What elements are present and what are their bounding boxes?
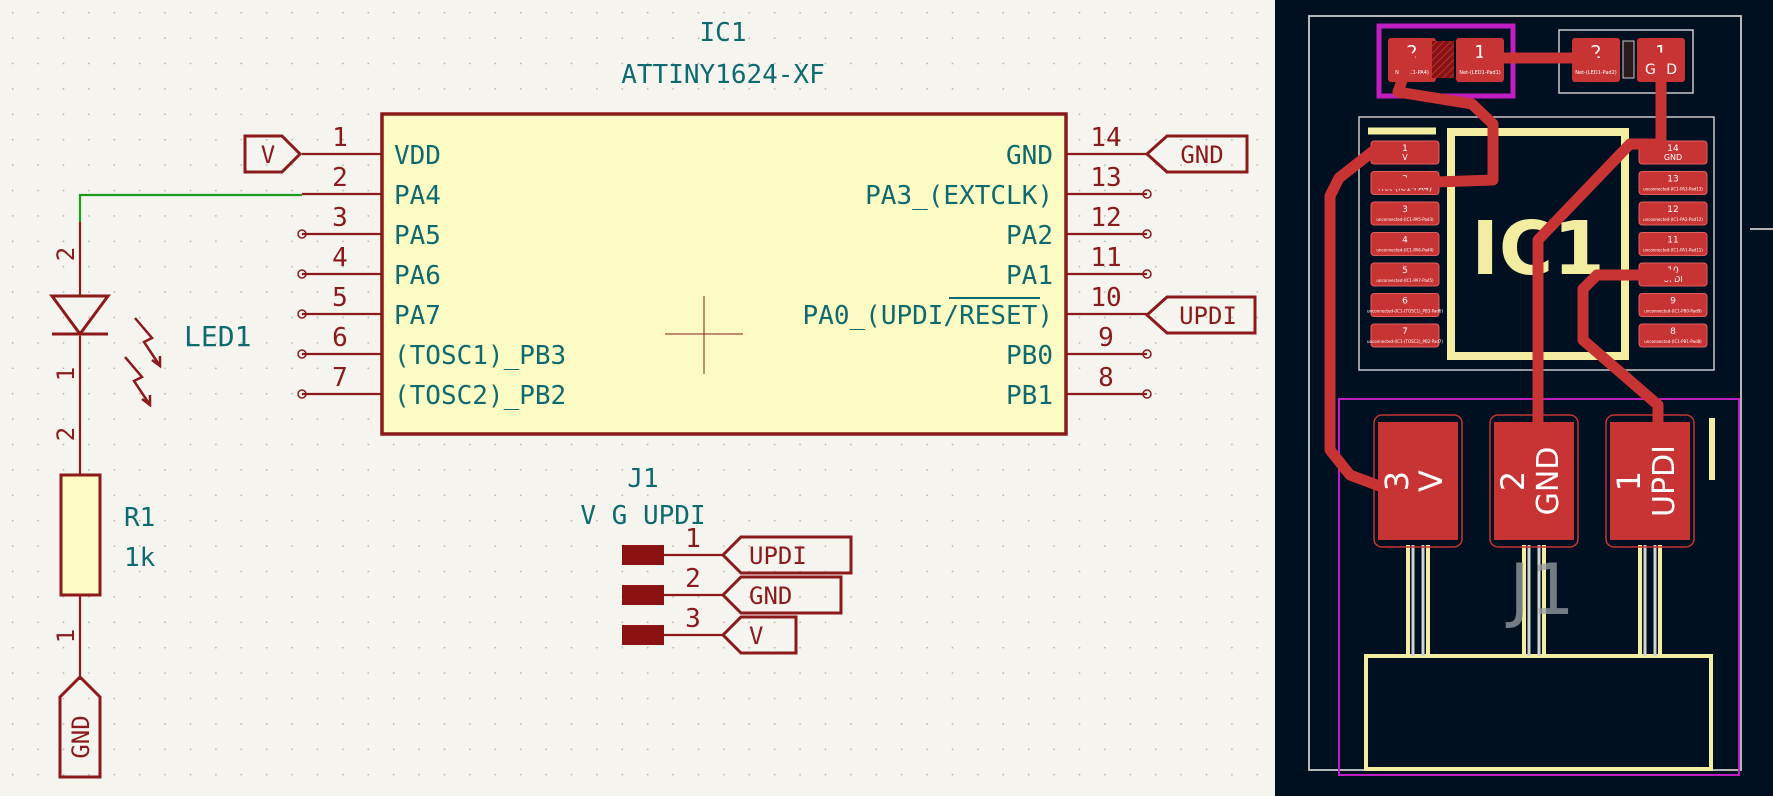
j1-pad-number: 1: [1610, 471, 1648, 491]
r1-body-hatch: [1432, 41, 1454, 78]
ic1-pad-number: 6: [1402, 297, 1408, 307]
ic1-pad-net: unconnected-(IC1-PA6-Pad4): [1376, 248, 1434, 253]
ic1-pad-net: unconnected-(IC1-PA3-Pad13): [1643, 187, 1703, 192]
ic1-pad-net: unconnected-(IC1-PA5-Pad3): [1376, 217, 1434, 222]
ic1-pin-number: 13: [1090, 163, 1121, 193]
ic1-value: ATTINY1624-XF: [621, 60, 825, 90]
j1-reference: J1: [627, 464, 658, 494]
ic1-pad-number: 8: [1670, 327, 1676, 337]
j1-pads: 3V 2 GND 1 UPDI: [1373, 414, 1695, 548]
ic1-right-pads: 14GND13unconnected-(IC1-PA3-Pad13)12unco…: [1638, 140, 1708, 348]
j1-pin-body: [622, 585, 664, 605]
r1-reference: R1: [124, 503, 155, 533]
ic1-pad-number: 7: [1402, 327, 1408, 337]
ic1-pin-number: 4: [332, 243, 348, 273]
ic1-pad-net: unconnected-(IC1-PA2-Pad12): [1643, 217, 1703, 222]
ic1-pin-number: 9: [1098, 323, 1114, 353]
ic1-pin-name: PA0_(UPDI/RESET): [803, 301, 1053, 331]
smd-pad-net: Net-(LED1-Pad1): [1459, 70, 1501, 76]
ic1-pin-name: PA6: [394, 261, 441, 291]
j1-pin-number: 2: [685, 564, 701, 594]
j1-fab-label: J1: [1505, 549, 1574, 631]
j1-pad-net: GND: [1531, 447, 1566, 516]
ic1-pin-name: GND: [1006, 141, 1053, 171]
ic1-reference: IC1: [700, 18, 747, 48]
led1-pin1-number: 1: [52, 367, 80, 381]
ic1-pad-net: unconnected-(IC1-PA7-Pad5): [1376, 278, 1434, 283]
ic1-pin-number: 12: [1090, 203, 1121, 233]
led1-body: [1622, 40, 1635, 79]
ic1-pad-net: GND: [1664, 153, 1682, 162]
net-label-gnd-bottom-text: GND: [67, 715, 95, 758]
ic1-pad-number: 5: [1402, 266, 1408, 276]
r1-pin1-number: 1: [52, 629, 80, 643]
r1-pin2-number: 2: [52, 427, 80, 441]
j1-net-label-text: UPDI: [749, 542, 807, 570]
ic1-pin-number: 10: [1090, 283, 1121, 313]
ic1-pin-name: PA4: [394, 181, 441, 211]
ic1-pad-number: 4: [1402, 236, 1408, 246]
ic1-pin-number: 14: [1090, 123, 1121, 153]
j1-pin-body: [622, 545, 664, 565]
smd-pad-net: Net-(LED1-Pad2): [1575, 70, 1617, 76]
ic1-pin-number: 8: [1098, 363, 1114, 393]
ic1-pad-number: 9: [1670, 297, 1676, 307]
ic1-pin-number: 6: [332, 323, 348, 353]
ic1-pad-number: 13: [1667, 175, 1678, 185]
ic1-pin-number: 1: [332, 123, 348, 153]
ic1-pin-name: PA2: [1006, 221, 1053, 251]
j1-pad-net: UPDI: [1647, 445, 1682, 517]
ic1-pin-number: 7: [332, 363, 348, 393]
j1-net-label-text: GND: [749, 582, 792, 610]
r1-body: [59, 473, 102, 597]
j1-pad-net: V: [1412, 470, 1450, 492]
ic1-pin-name: (TOSC1)_PB3: [394, 341, 566, 371]
kicad-screenshot: IC1 ATTINY1624-XF 1 VDD 2 PA4 3 PA5 4 PA6 5 PA7 6 (…: [0, 0, 1773, 796]
ic1-pad-net: unconnected-(IC1-(TOSC1)_PB3-Pad6): [1367, 309, 1443, 314]
led1-reference: LED1: [184, 320, 251, 353]
ic1-pad-number: 11: [1667, 236, 1678, 246]
ic1-pin-name: PB0: [1006, 341, 1053, 371]
r1-value: 1k: [124, 543, 156, 573]
j1-pin-body: [622, 625, 664, 645]
ic1-left-pads: 1V2Net-(IC1-PA4)3unconnected-(IC1-PA5-Pa…: [1367, 140, 1443, 348]
j1-pin-number: 3: [685, 604, 701, 634]
ic1-pin-number: 2: [332, 163, 348, 193]
ic1-pin-number: 5: [332, 283, 348, 313]
ic1-pin-name: (TOSC2)_PB2: [394, 381, 566, 411]
j1-pin-number: 1: [685, 524, 701, 554]
ic1-pad-number: 12: [1667, 205, 1678, 215]
ic1-pad-net: V: [1402, 153, 1408, 162]
ic1-pin-name: PA7: [394, 301, 441, 331]
ic1-pin-number: 11: [1090, 243, 1121, 273]
ic1-pad-number: 3: [1402, 205, 1408, 215]
ic1-pad-net: unconnected-(IC1-PB0-Pad9): [1644, 309, 1702, 314]
pcb-editor[interactable]: IC1 1V2Net-(IC1-PA4)3unconnected-(IC1-PA…: [1275, 0, 1773, 796]
ic1-pin-name: PA5: [394, 221, 441, 251]
ic1-pin-name: PA3_(EXTCLK): [865, 181, 1053, 211]
ic1-pin-name: PA1: [1006, 261, 1053, 291]
net-label-updi-ic-text: UPDI: [1179, 302, 1237, 330]
ic1-pin-number: 3: [332, 203, 348, 233]
ic1-pin-name: VDD: [394, 141, 441, 171]
schematic-editor[interactable]: IC1 ATTINY1624-XF 1 VDD 2 PA4 3 PA5 4 PA6 5 PA7 6 (…: [0, 0, 1274, 796]
ic1-pin-name: PB1: [1006, 381, 1053, 411]
net-label-gnd-ic-text: GND: [1180, 141, 1223, 169]
j1-net-label-text: V: [749, 622, 763, 650]
ic1-pad-net: unconnected-(IC1-(TOSC2)_PB2-Pad7): [1367, 339, 1443, 344]
j1-pad-number: 3: [1378, 471, 1416, 491]
j1-pad-number: 2: [1494, 471, 1532, 491]
net-label-v-text: V: [261, 141, 275, 169]
ic1-pad-net: unconnected-(IC1-PA1-Pad11): [1643, 248, 1703, 253]
led1-pin2-number: 2: [52, 247, 80, 261]
ic1-pad-net: unconnected-(IC1-PB1-Pad8): [1644, 339, 1702, 344]
